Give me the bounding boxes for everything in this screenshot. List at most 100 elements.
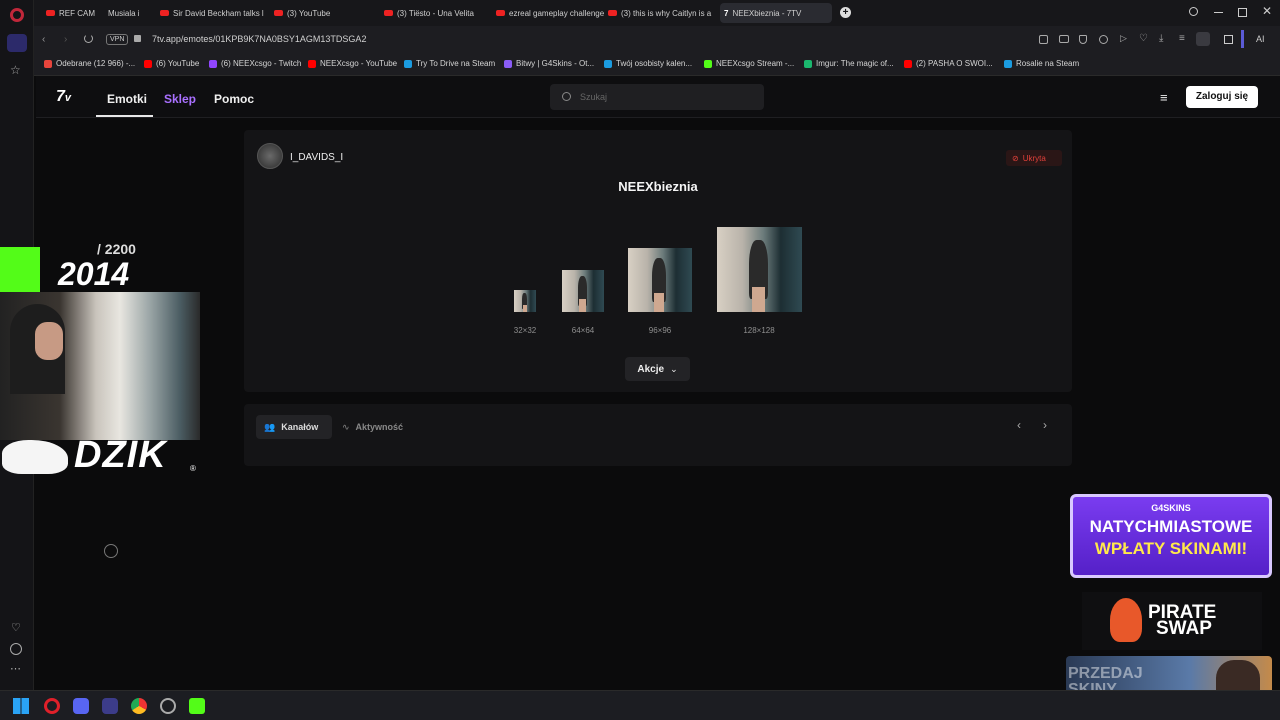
youtube-icon bbox=[160, 10, 169, 16]
tab-active[interactable]: 7 NEEXbieznia - 7TV bbox=[720, 3, 832, 23]
emote-preview-64[interactable] bbox=[562, 270, 604, 312]
search-icon bbox=[562, 92, 571, 101]
counter-total: / 2200 bbox=[97, 241, 136, 257]
login-button[interactable]: Zaloguj się bbox=[1186, 86, 1258, 108]
ad-pirateswap[interactable]: PIRATE SWAP bbox=[1082, 592, 1262, 650]
activity-icon: ∿ bbox=[342, 421, 350, 432]
size-label-128: 128×128 bbox=[743, 326, 775, 335]
tab[interactable]: (3) YouTube bbox=[270, 3, 382, 23]
tab[interactable]: Sir David Beckham talks l bbox=[156, 3, 268, 23]
youtube-icon bbox=[608, 10, 617, 16]
7tv-logo[interactable]: 7v bbox=[56, 88, 71, 106]
tab[interactable]: (3) Tiësto - Una Velita bbox=[380, 3, 492, 23]
bookmark-item[interactable]: (6) NEEXcsgo - Twitch bbox=[209, 59, 301, 68]
owner-avatar[interactable] bbox=[257, 143, 283, 169]
profile-icon[interactable] bbox=[1196, 32, 1210, 46]
star-icon[interactable]: ☆ bbox=[10, 63, 21, 77]
minimize-button[interactable] bbox=[1214, 12, 1223, 13]
bookmark-item[interactable]: Bitwy | G4Skins - Ot... bbox=[504, 59, 594, 68]
actions-button[interactable]: Akcje ⌄ bbox=[625, 357, 690, 381]
bookmark-item[interactable]: (2) PASHA O SWOI... bbox=[904, 59, 993, 68]
emote-preview-96[interactable] bbox=[628, 248, 692, 312]
youtube-icon bbox=[308, 59, 316, 68]
lock-icon bbox=[134, 35, 141, 42]
bookmark-item[interactable]: NEEXcsgo Stream -... bbox=[704, 59, 794, 68]
actions-label: Akcje bbox=[637, 363, 665, 375]
new-tab-button[interactable]: + bbox=[840, 7, 851, 18]
bookmark-item[interactable]: (6) YouTube bbox=[144, 59, 199, 68]
forward-icon[interactable]: › bbox=[64, 34, 67, 45]
close-window-button[interactable]: ✕ bbox=[1262, 4, 1272, 18]
bookmark-item[interactable]: Imgur: The magic of... bbox=[804, 59, 894, 68]
tab-activity-label: Aktywność bbox=[355, 422, 404, 432]
size-label-96: 96×96 bbox=[648, 326, 672, 335]
opera-logo-icon[interactable] bbox=[10, 8, 24, 22]
ad-g4skins-line1: NATYCHMIASTOWE bbox=[1089, 517, 1253, 536]
size-label-64: 64×64 bbox=[571, 326, 595, 335]
reload-icon[interactable] bbox=[84, 34, 93, 43]
ad-g4skins-logo: G4SKINS bbox=[1151, 503, 1191, 513]
tab-activity[interactable]: ∿ Aktywność bbox=[340, 415, 420, 439]
prev-page-icon[interactable]: ‹ bbox=[1017, 418, 1021, 432]
search-box[interactable]: Szukaj bbox=[550, 84, 764, 110]
maximize-button[interactable] bbox=[1238, 8, 1247, 17]
youtube-icon bbox=[274, 10, 283, 16]
bookmark-item[interactable]: NEEXcsgo - YouTube bbox=[308, 59, 397, 68]
bookmark-item[interactable]: Rosalie na Steam bbox=[1004, 59, 1079, 68]
sidebar-accent bbox=[1241, 30, 1244, 48]
address-bar: ‹ › VPN 7tv.app/emotes/01KPB9K7NA0BSY1AG… bbox=[34, 26, 1280, 54]
bookmark-item[interactable]: Try To Drive na Steam bbox=[404, 59, 495, 68]
kick-taskbar-icon[interactable] bbox=[189, 698, 205, 714]
heart-toolbar-icon[interactable]: ♡ bbox=[1139, 33, 1148, 44]
ad-g4skins-line2: WPŁATY SKINAMI! bbox=[1094, 539, 1248, 558]
play-icon[interactable]: ▷ bbox=[1120, 33, 1127, 44]
back-icon[interactable]: ‹ bbox=[42, 34, 45, 45]
vpn-badge[interactable]: VPN bbox=[106, 34, 129, 45]
tab-channels[interactable]: 👥 Kanałów bbox=[256, 415, 332, 439]
ad-g4skins[interactable]: G4SKINS NATYCHMIASTOWE WPŁATY SKINAMI! bbox=[1070, 494, 1272, 578]
tab[interactable]: ezreal gameplay challenge bbox=[492, 3, 604, 23]
steam-icon bbox=[1004, 59, 1012, 68]
emote-preview-128[interactable] bbox=[717, 227, 802, 312]
next-page-icon[interactable]: › bbox=[1043, 418, 1047, 432]
camera-icon[interactable] bbox=[1059, 35, 1069, 43]
ad-pirateswap-line2: SWAP bbox=[1156, 618, 1212, 639]
kick-logo bbox=[0, 247, 40, 292]
more-icon[interactable]: ⋯ bbox=[10, 662, 21, 675]
overlay-brand: DZIK bbox=[74, 434, 167, 476]
nav-help[interactable]: Pomoc bbox=[214, 92, 254, 106]
heart-icon[interactable]: ♡ bbox=[11, 621, 21, 634]
tab[interactable]: (3) this is why Caitlyn is a bbox=[604, 3, 716, 23]
emote-title: NEEXbieznia bbox=[618, 179, 698, 194]
download-icon[interactable]: ⤓ bbox=[1159, 33, 1163, 44]
nav-emotes-underline bbox=[96, 115, 153, 117]
discord-taskbar-icon[interactable] bbox=[73, 698, 89, 714]
menu-lines-icon[interactable]: ≡ bbox=[1179, 33, 1185, 44]
history-icon[interactable] bbox=[10, 643, 22, 655]
app-taskbar-icon[interactable] bbox=[160, 698, 176, 714]
snapshot-icon[interactable] bbox=[1039, 35, 1048, 44]
search-tabs-icon[interactable] bbox=[1189, 7, 1198, 16]
webcam-feed bbox=[0, 292, 200, 440]
url-field[interactable]: 7tv.app/emotes/01KPB9K7NA0BSY1AGM13TDSGA… bbox=[152, 34, 366, 44]
tab[interactable]: Musiala i bbox=[104, 3, 154, 23]
bookmark-item[interactable]: Odebrane (12 966) -... bbox=[44, 59, 135, 68]
opera-taskbar-icon[interactable] bbox=[44, 698, 60, 714]
extension-icon[interactable] bbox=[1099, 35, 1108, 44]
home-icon[interactable] bbox=[7, 34, 27, 52]
bookmark-item[interactable]: Twój osobisty kalen... bbox=[604, 59, 692, 68]
shield-icon[interactable] bbox=[1079, 35, 1087, 44]
counter-value: 2014 bbox=[58, 256, 130, 292]
nav-emotes[interactable]: Emotki bbox=[107, 92, 147, 106]
cube-icon[interactable] bbox=[1224, 35, 1233, 44]
hamburger-menu-icon[interactable]: ≡ bbox=[1160, 90, 1168, 105]
windows-start-icon[interactable] bbox=[13, 698, 29, 714]
chrome-taskbar-icon[interactable] bbox=[131, 698, 147, 714]
ea-taskbar-icon[interactable] bbox=[102, 698, 118, 714]
owner-name[interactable]: I_DAVIDS_I bbox=[290, 152, 343, 163]
emote-preview-32[interactable] bbox=[514, 290, 536, 312]
ai-button[interactable]: AI bbox=[1256, 34, 1265, 44]
boar-icon bbox=[2, 440, 68, 474]
nav-store[interactable]: Sklep bbox=[164, 92, 196, 106]
youtube-icon bbox=[144, 59, 152, 68]
